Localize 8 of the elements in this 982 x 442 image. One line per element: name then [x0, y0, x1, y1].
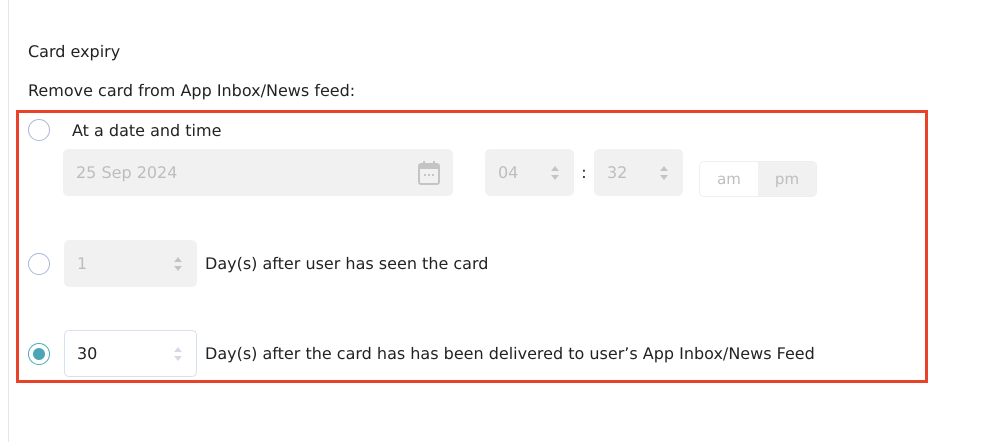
option-label: Day(s) after the card has has been delivered to user’s App Inbox/News Feed: [205, 344, 815, 363]
section-subtitle: Remove card from App Inbox/News feed:: [28, 81, 356, 100]
number-field[interactable]: 30: [64, 330, 197, 377]
option-label: Day(s) after user has seen the card: [205, 254, 488, 273]
time-separator: :: [580, 163, 588, 182]
section-title: Card expiry: [28, 42, 122, 61]
radio-button[interactable]: [28, 342, 50, 364]
option-label: At a date and time: [72, 120, 222, 140]
